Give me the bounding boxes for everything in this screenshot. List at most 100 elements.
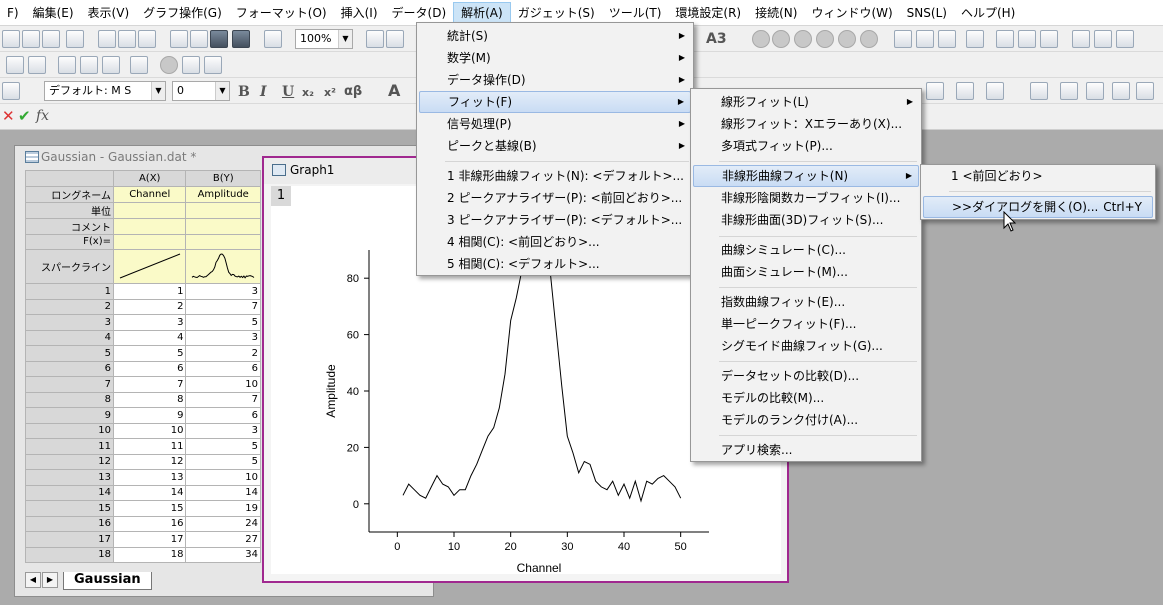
cancel-icon[interactable] xyxy=(772,30,790,48)
cell-b[interactable]: 2 xyxy=(185,345,261,362)
menu-connect[interactable]: 接続(N) xyxy=(748,2,804,24)
menu-item-open-dialog[interactable]: >>ダイアログを開く(O)... Ctrl+Y xyxy=(923,196,1153,218)
menu-item-exponential-fit[interactable]: 指数曲線フィット(E)... xyxy=(693,291,919,313)
paste-format-icon[interactable] xyxy=(2,82,20,100)
menu-item-implicit-fit[interactable]: 非線形陰関数カーブフィット(I)... xyxy=(693,187,919,209)
cell-b[interactable] xyxy=(185,201,261,219)
menu-gadgets[interactable]: ガジェット(S) xyxy=(511,2,602,24)
font-size-up-button[interactable]: A xyxy=(388,81,400,100)
row-number[interactable]: 8 xyxy=(25,391,114,408)
cell-b[interactable]: 5 xyxy=(185,453,261,470)
cell-a[interactable]: Channel xyxy=(112,185,187,203)
cell-b[interactable]: 24 xyxy=(185,515,261,532)
menu-analysis[interactable]: 解析(A) xyxy=(453,1,511,24)
new-excel-icon[interactable] xyxy=(138,30,156,48)
font-size-combo[interactable]: 0 ▼ xyxy=(172,81,230,101)
cell-b[interactable] xyxy=(185,217,261,235)
set-values-icon[interactable] xyxy=(966,30,984,48)
merge-icon[interactable] xyxy=(1030,82,1048,100)
row-number[interactable]: 14 xyxy=(25,484,114,501)
new-graph-icon[interactable] xyxy=(42,30,60,48)
save-project-icon[interactable] xyxy=(210,30,228,48)
cell-b[interactable]: 6 xyxy=(185,407,261,424)
menu-insert[interactable]: 挿入(I) xyxy=(334,2,385,24)
statistics-icon[interactable] xyxy=(916,30,934,48)
cell-a[interactable]: 7 xyxy=(112,376,187,393)
new-layout-icon[interactable] xyxy=(98,30,116,48)
cell-a[interactable]: 2 xyxy=(112,298,187,315)
cell-b[interactable]: 10 xyxy=(185,376,261,393)
cell-b[interactable]: Amplitude xyxy=(185,185,261,203)
row-number[interactable]: 7 xyxy=(25,376,114,393)
corner-cell[interactable] xyxy=(25,170,114,187)
row-number[interactable]: 1 xyxy=(25,283,114,300)
arrange-icon[interactable] xyxy=(80,56,98,74)
stat-plot-icon[interactable] xyxy=(1040,30,1058,48)
cell-b[interactable] xyxy=(185,249,261,284)
recent-item-5[interactable]: 5 相関(C): <デフォルト>... xyxy=(419,253,691,275)
menu-item-compare-models[interactable]: モデルの比較(M)... xyxy=(693,387,919,409)
check-icon[interactable]: ✔ xyxy=(18,107,31,125)
recent-item-1[interactable]: 1 非線形曲線フィット(N): <デフォルト>... xyxy=(419,165,691,187)
cell-a[interactable] xyxy=(112,233,187,250)
tab-next-icon[interactable]: ▶ xyxy=(42,572,58,588)
cell-a[interactable] xyxy=(112,201,187,219)
cell-b[interactable]: 3 xyxy=(185,329,261,346)
row-label[interactable]: コメント xyxy=(25,217,114,235)
subscript-button[interactable]: x₂ xyxy=(302,86,314,99)
border-icon[interactable] xyxy=(956,82,974,100)
menu-item-math[interactable]: 数学(M) ▶ xyxy=(419,47,691,69)
import-icon[interactable] xyxy=(204,56,222,74)
menu-item-signal-processing[interactable]: 信号処理(P) ▶ xyxy=(419,113,691,135)
row-number[interactable]: 16 xyxy=(25,515,114,532)
cell-a[interactable]: 13 xyxy=(112,469,187,486)
menu-item-nonlinear-curve-fit[interactable]: 非線形曲線フィット(N) ▶ xyxy=(693,165,919,187)
row-number[interactable]: 4 xyxy=(25,329,114,346)
cell-b[interactable]: 3 xyxy=(185,422,261,439)
menu-graph[interactable]: グラフ操作(G) xyxy=(136,2,229,24)
menu-item-fitting[interactable]: フィット(F) ▶ xyxy=(419,91,691,113)
cell-a[interactable] xyxy=(112,249,187,284)
row-number[interactable]: 10 xyxy=(25,422,114,439)
menu-preferences[interactable]: 環境設定(R) xyxy=(668,2,748,24)
menu-edit[interactable]: 編集(E) xyxy=(26,2,81,24)
row-label[interactable]: ロングネーム xyxy=(25,185,114,203)
filter-icon[interactable] xyxy=(1072,30,1090,48)
cell-b[interactable]: 19 xyxy=(185,500,261,517)
cell-b[interactable]: 5 xyxy=(185,438,261,455)
column-header-a[interactable]: A(X) xyxy=(112,170,187,187)
cell-a[interactable]: 8 xyxy=(112,391,187,408)
distribute-icon[interactable] xyxy=(1086,82,1104,100)
cell-a[interactable] xyxy=(112,217,187,235)
cell-b[interactable] xyxy=(185,233,261,250)
row-number[interactable]: 17 xyxy=(25,531,114,548)
worksheet-tool-icon[interactable] xyxy=(6,56,24,74)
cell-a[interactable]: 16 xyxy=(112,515,187,532)
row-number[interactable]: 11 xyxy=(25,438,114,455)
column-header-b[interactable]: B(Y) xyxy=(185,170,261,187)
row-label[interactable]: F(x)= xyxy=(25,233,114,250)
refresh-icon[interactable] xyxy=(386,30,404,48)
menu-item-compare-datasets[interactable]: データセットの比較(D)... xyxy=(693,365,919,387)
filter-options-icon[interactable] xyxy=(1116,30,1134,48)
cell-a[interactable]: 15 xyxy=(112,500,187,517)
cell-b[interactable]: 6 xyxy=(185,360,261,377)
remove-icon[interactable] xyxy=(838,30,856,48)
check-icon[interactable] xyxy=(752,30,770,48)
menu-tools[interactable]: ツール(T) xyxy=(602,2,669,24)
align-icon[interactable] xyxy=(1060,82,1078,100)
row-number[interactable]: 5 xyxy=(25,345,114,362)
cell-a[interactable]: 1 xyxy=(112,283,187,300)
sort-icon[interactable] xyxy=(938,30,956,48)
tab-prev-icon[interactable]: ◀ xyxy=(25,572,41,588)
cell-b[interactable]: 5 xyxy=(185,314,261,331)
menu-item-linear-fit[interactable]: 線形フィット(L) ▶ xyxy=(693,91,919,113)
menu-data[interactable]: データ(D) xyxy=(385,2,454,24)
cell-a[interactable]: 4 xyxy=(112,329,187,346)
menu-format[interactable]: フォーマット(O) xyxy=(229,2,334,24)
cell-b[interactable]: 7 xyxy=(185,391,261,408)
underline-button[interactable]: U xyxy=(282,84,294,100)
menu-item-surface-fit[interactable]: 非線形曲面(3D)フィット(S)... xyxy=(693,209,919,231)
remove-filter-icon[interactable] xyxy=(1094,30,1112,48)
menu-item-simulate-surface[interactable]: 曲面シミュレート(M)... xyxy=(693,261,919,283)
